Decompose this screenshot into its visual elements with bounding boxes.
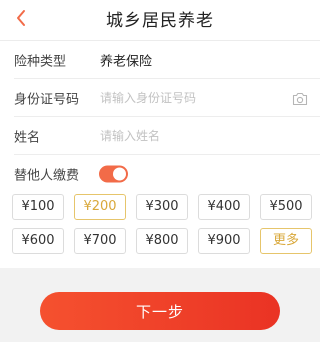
next-step-button[interactable]: 下一步 [40, 292, 280, 330]
camera-icon [292, 92, 308, 106]
amount-option[interactable]: ¥600 [12, 228, 64, 254]
id-number-label: 身份证号码 [14, 92, 80, 108]
amount-option[interactable]: ¥300 [136, 194, 188, 220]
amount-option[interactable]: ¥900 [198, 228, 250, 254]
name-row: 姓名 [0, 117, 320, 155]
amount-option[interactable]: ¥100 [12, 194, 64, 220]
amount-option[interactable]: ¥500 [260, 194, 312, 220]
pay-for-others-label: 替他人缴费 [14, 168, 80, 184]
amount-option-selected[interactable]: ¥200 [74, 194, 126, 220]
name-label: 姓名 [14, 130, 41, 146]
more-amounts-button[interactable]: 更多 [260, 228, 312, 254]
toggle-knob [113, 167, 126, 181]
amount-option[interactable]: ¥400 [198, 194, 250, 220]
insurance-type-value: 养老保险 [100, 54, 153, 70]
amount-option[interactable]: ¥800 [136, 228, 188, 254]
page-title: 城乡居民养老 [106, 11, 214, 31]
pay-for-others-toggle[interactable] [99, 165, 128, 183]
insurance-type-row: 险种类型 养老保险 [0, 41, 320, 79]
id-number-row: 身份证号码 [0, 79, 320, 117]
id-number-input[interactable] [98, 91, 282, 105]
camera-button[interactable] [292, 91, 308, 106]
navigation-bar: 城乡居民养老 [0, 0, 320, 36]
footer: 下一步 [0, 268, 320, 342]
name-input[interactable] [98, 129, 282, 143]
pay-for-others-row: 替他人缴费 [0, 155, 320, 193]
amount-option[interactable]: ¥700 [74, 228, 126, 254]
insurance-type-label: 险种类型 [14, 54, 67, 70]
